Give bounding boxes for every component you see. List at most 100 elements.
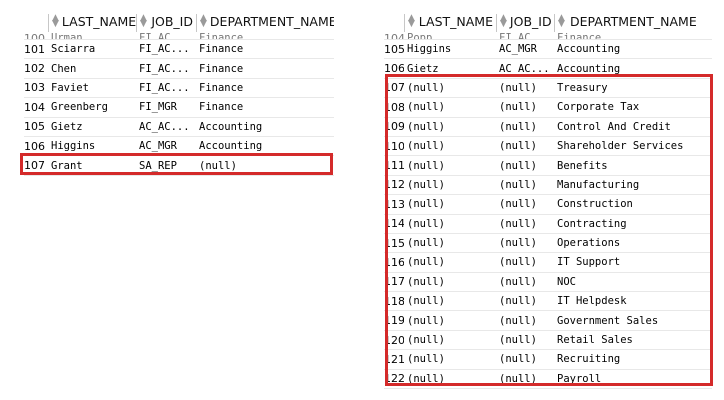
table-row[interactable]: 109 (null) (null) Control And Credit [384, 118, 712, 137]
cell-department-name[interactable]: Payroll [554, 373, 712, 385]
cell-last-name[interactable]: Faviet [48, 82, 136, 94]
cell-last-name[interactable]: (null) [404, 373, 496, 385]
cell-job-id[interactable]: (null) [496, 198, 554, 210]
cell-department-name[interactable]: Construction [554, 198, 712, 210]
cell-department-name[interactable]: IT Support [554, 256, 712, 268]
table-row[interactable]: 106 Higgins AC_MGR Accounting [24, 137, 334, 157]
sort-arrows-icon[interactable] [200, 15, 207, 28]
cell-job-id[interactable]: AC_MGR [496, 43, 554, 55]
table-row[interactable]: 114 (null) (null) Contracting [384, 215, 712, 234]
table-row[interactable]: 121 (null) (null) Recruiting [384, 350, 712, 370]
cell-last-name[interactable]: (null) [404, 101, 496, 113]
column-header-last-name[interactable]: LAST_NAME [404, 14, 496, 32]
table-row-partial[interactable]: 104 Popp FI_AC... Finance [384, 32, 712, 40]
cell-department-name[interactable]: Treasury [554, 82, 712, 94]
table-row[interactable]: 110 (null) (null) Shareholder Services [384, 137, 712, 157]
column-header-job-id[interactable]: JOB_ID [496, 14, 554, 32]
cell-department-name[interactable]: Recruiting [554, 353, 712, 365]
table-row[interactable]: 107 Grant SA_REP (null) [24, 156, 334, 176]
cell-job-id[interactable]: AC_AC... [136, 121, 196, 133]
cell-department-name[interactable]: Accounting [196, 121, 334, 133]
cell-last-name[interactable]: (null) [404, 276, 496, 288]
cell-job-id[interactable]: AC_MGR [136, 140, 196, 152]
cell-department-name[interactable]: Finance [196, 32, 334, 39]
cell-job-id[interactable]: (null) [496, 256, 554, 268]
cell-last-name[interactable]: Grant [48, 160, 136, 172]
table-row[interactable]: 104 Greenberg FI_MGR Finance [24, 98, 334, 118]
cell-department-name[interactable]: Corporate Tax [554, 101, 712, 113]
table-row[interactable]: 106 Gietz AC_AC... Accounting [384, 59, 712, 79]
cell-last-name[interactable]: Higgins [48, 140, 136, 152]
table-row[interactable]: 118 (null) (null) IT Helpdesk [384, 292, 712, 312]
cell-last-name[interactable]: (null) [404, 82, 496, 94]
cell-department-name[interactable]: NOC [554, 276, 712, 288]
cell-job-id[interactable]: (null) [496, 160, 554, 172]
cell-last-name[interactable]: Greenberg [48, 101, 136, 113]
cell-job-id[interactable]: (null) [496, 82, 554, 94]
column-header-department-name[interactable]: DEPARTMENT_NAME [554, 14, 712, 32]
table-row[interactable]: 108 (null) (null) Corporate Tax [384, 98, 712, 118]
cell-department-name[interactable]: Shareholder Services [554, 140, 712, 152]
cell-job-id[interactable]: (null) [496, 101, 554, 113]
cell-job-id[interactable]: (null) [496, 121, 554, 133]
cell-job-id[interactable]: (null) [496, 179, 554, 191]
cell-department-name[interactable]: Finance [196, 63, 334, 75]
cell-job-id[interactable]: FI_AC... [136, 32, 196, 39]
table-row[interactable]: 120 (null) (null) Retail Sales [384, 331, 712, 351]
cell-last-name[interactable]: (null) [404, 315, 496, 327]
cell-job-id[interactable]: (null) [496, 373, 554, 385]
cell-last-name[interactable]: (null) [404, 198, 496, 210]
table-row[interactable]: 115 (null) (null) Operations [384, 234, 712, 254]
cell-department-name[interactable]: Operations [554, 237, 712, 249]
table-row[interactable]: 101 Sciarra FI_AC... Finance [24, 40, 334, 60]
sort-arrows-icon[interactable] [408, 15, 416, 28]
table-row[interactable]: 112 (null) (null) Manufacturing [384, 176, 712, 196]
table-row[interactable]: 116 (null) (null) IT Support [384, 253, 712, 273]
cell-last-name[interactable]: (null) [404, 179, 496, 191]
cell-job-id[interactable]: (null) [496, 140, 554, 152]
table-row[interactable]: 119 (null) (null) Government Sales [384, 311, 712, 331]
cell-last-name[interactable]: Urman [48, 32, 136, 39]
cell-department-name[interactable]: Government Sales [554, 315, 712, 327]
cell-last-name[interactable]: (null) [404, 160, 496, 172]
cell-department-name[interactable]: Accounting [196, 140, 334, 152]
cell-department-name[interactable]: Control And Credit [554, 121, 712, 133]
cell-job-id[interactable]: (null) [496, 218, 554, 230]
sort-arrows-icon[interactable] [558, 15, 567, 28]
cell-job-id[interactable]: (null) [496, 237, 554, 249]
cell-job-id[interactable]: AC_AC... [496, 63, 554, 75]
cell-last-name[interactable]: Gietz [48, 121, 136, 133]
cell-department-name[interactable]: Finance [196, 43, 334, 55]
cell-last-name[interactable]: Gietz [404, 63, 496, 75]
cell-last-name[interactable]: (null) [404, 218, 496, 230]
cell-last-name[interactable]: (null) [404, 237, 496, 249]
cell-department-name[interactable]: Retail Sales [554, 334, 712, 346]
table-row[interactable]: 111 (null) (null) Benefits [384, 156, 712, 176]
table-row[interactable]: 107 (null) (null) Treasury [384, 79, 712, 99]
cell-last-name[interactable]: Higgins [404, 43, 496, 55]
cell-last-name[interactable]: Popp [404, 32, 496, 39]
cell-last-name[interactable]: (null) [404, 140, 496, 152]
cell-job-id[interactable]: SA_REP [136, 160, 196, 172]
cell-last-name[interactable]: (null) [404, 256, 496, 268]
cell-department-name[interactable]: IT Helpdesk [554, 295, 712, 307]
table-row[interactable]: 102 Chen FI_AC... Finance [24, 59, 334, 79]
table-row-partial[interactable]: 100 Urman FI_AC... Finance [24, 32, 334, 40]
cell-department-name[interactable]: Manufacturing [554, 179, 712, 191]
cell-department-name[interactable]: Contracting [554, 218, 712, 230]
cell-job-id[interactable]: (null) [496, 353, 554, 365]
cell-department-name[interactable]: Accounting [554, 63, 712, 75]
column-header-department-name[interactable]: DEPARTMENT_NAME [196, 14, 334, 32]
cell-department-name[interactable]: (null) [196, 160, 334, 172]
cell-job-id[interactable]: FI_AC... [136, 82, 196, 94]
column-header-job-id[interactable]: JOB_ID [136, 14, 196, 32]
cell-last-name[interactable]: (null) [404, 353, 496, 365]
cell-department-name[interactable]: Finance [554, 32, 712, 39]
sort-arrows-icon[interactable] [140, 15, 148, 28]
cell-job-id[interactable]: (null) [496, 295, 554, 307]
cell-job-id[interactable]: FI_AC... [136, 43, 196, 55]
cell-last-name[interactable]: (null) [404, 334, 496, 346]
cell-department-name[interactable]: Finance [196, 101, 334, 113]
table-row[interactable]: 105 Higgins AC_MGR Accounting [384, 40, 712, 60]
table-row[interactable]: 105 Gietz AC_AC... Accounting [24, 118, 334, 137]
